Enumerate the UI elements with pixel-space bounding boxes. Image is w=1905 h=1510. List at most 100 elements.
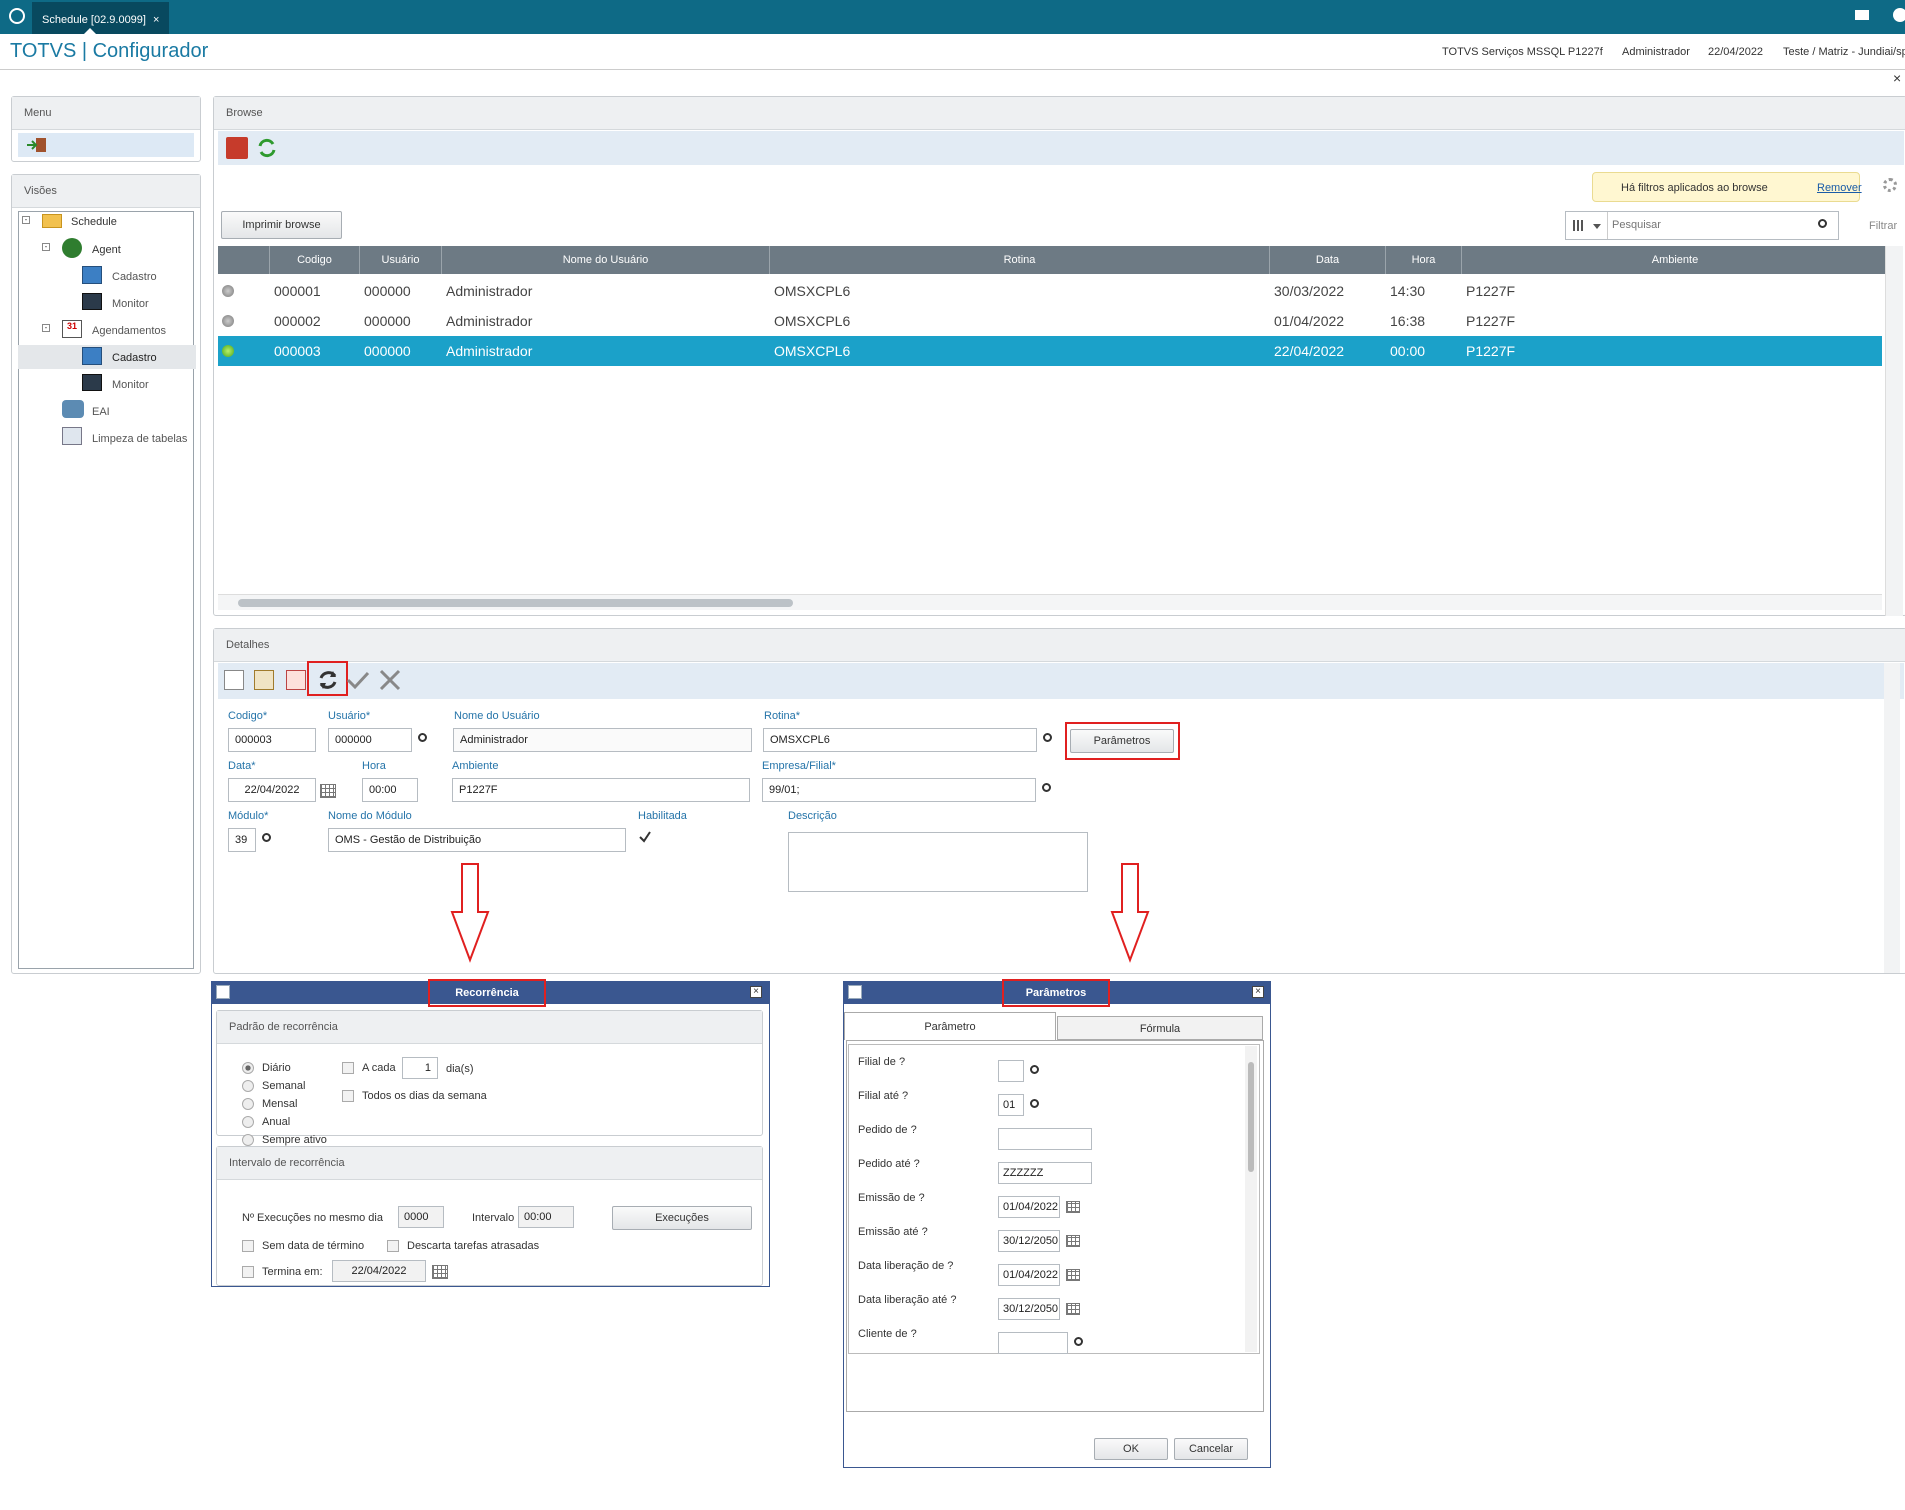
confirm-icon[interactable] [346, 670, 370, 690]
mail-icon[interactable] [1855, 10, 1869, 20]
grid-header-usuario[interactable]: Usuário [360, 246, 442, 274]
refresh-icon[interactable] [256, 137, 278, 159]
parametro-field[interactable]: 30/12/2050 [998, 1230, 1060, 1252]
tab-close-icon[interactable]: × [153, 14, 159, 26]
grid-header-codigo[interactable]: Codigo [270, 246, 360, 274]
tree-item-schedule[interactable]: Schedule [71, 216, 117, 228]
tree-collapse-icon[interactable]: - [42, 324, 50, 332]
filter-label[interactable]: Filtrar [1869, 220, 1897, 232]
modulo-search-icon[interactable] [262, 833, 271, 842]
scrollbar-thumb[interactable] [1248, 1062, 1254, 1172]
scrollbar-thumb[interactable] [238, 599, 793, 607]
empresa-search-icon[interactable] [1042, 783, 1051, 792]
data-calendar-icon[interactable] [320, 784, 336, 798]
execucoes-button[interactable]: Execuções [612, 1206, 752, 1230]
empresa-field[interactable]: 99/01; [762, 778, 1036, 802]
filter-remove-link[interactable]: Remover [1817, 182, 1862, 194]
help-icon[interactable] [1893, 8, 1905, 22]
grid-header-nome[interactable]: Nome do Usuário [442, 246, 770, 274]
search-icon[interactable] [1818, 219, 1827, 228]
columns-selector-icon[interactable] [1566, 212, 1608, 239]
close-icon[interactable]: × [750, 986, 762, 998]
parametro-field[interactable]: 01/04/2022 [998, 1264, 1060, 1286]
parametro-field[interactable] [998, 1128, 1092, 1150]
edit-record-icon[interactable] [254, 670, 274, 690]
search-input[interactable] [1610, 213, 1810, 237]
parametros-button[interactable]: Parâmetros [1070, 729, 1174, 753]
radio-4[interactable] [242, 1134, 254, 1146]
radio-0[interactable] [242, 1062, 254, 1074]
parametro-field[interactable]: ZZZZZZ [998, 1162, 1092, 1184]
search-icon[interactable] [1030, 1065, 1039, 1074]
tree-item-agendamentos-cadastro[interactable]: Cadastro [112, 352, 157, 364]
grid-header-rotina[interactable]: Rotina [770, 246, 1270, 274]
radio-3[interactable] [242, 1116, 254, 1128]
tree-item-eai[interactable]: EAI [92, 406, 110, 418]
calendar-icon[interactable] [1066, 1201, 1080, 1213]
usuario-field[interactable]: 000000 [328, 728, 412, 752]
close-icon[interactable]: × [1252, 986, 1264, 998]
tree-item-agendamentos-monitor[interactable]: Monitor [112, 379, 149, 391]
tree-collapse-icon[interactable]: - [22, 216, 30, 224]
parametro-field[interactable] [998, 1060, 1024, 1082]
exit-icon[interactable] [26, 137, 48, 153]
hora-field[interactable]: 00:00 [362, 778, 418, 802]
nome-modulo-field[interactable]: OMS - Gestão de Distribuição [328, 828, 626, 852]
print-browse-button[interactable]: Imprimir browse [221, 211, 342, 239]
grid-header-ambiente[interactable]: Ambiente [1462, 246, 1888, 274]
settings-gear-icon[interactable] [1883, 178, 1897, 192]
parametro-field[interactable]: 01/04/2022 [998, 1196, 1060, 1218]
rotina-field[interactable]: OMSXCPL6 [763, 728, 1037, 752]
table-row[interactable]: 000002 000000 Administrador OMSXCPL6 01/04/2… [218, 306, 1882, 336]
grid-horizontal-scrollbar[interactable] [218, 594, 1882, 610]
modulo-field[interactable]: 39 [228, 828, 256, 852]
tree-item-limpeza[interactable]: Limpeza de tabelas [92, 433, 187, 445]
totvs-logo-icon[interactable] [9, 8, 25, 24]
grid-header-data[interactable]: Data [1270, 246, 1386, 274]
detalhes-scrollbar[interactable] [1884, 663, 1900, 973]
new-record-icon[interactable] [224, 670, 244, 690]
grid-header-hora[interactable]: Hora [1386, 246, 1462, 274]
ok-button[interactable]: OK [1094, 1438, 1168, 1460]
execucoes-field[interactable]: 0000 [398, 1206, 444, 1228]
termina-checkbox[interactable] [242, 1266, 254, 1278]
sem-data-checkbox[interactable] [242, 1240, 254, 1252]
search-icon[interactable] [1030, 1099, 1039, 1108]
a-cada-checkbox[interactable] [342, 1062, 354, 1074]
parametro-field[interactable]: 01 [998, 1094, 1024, 1116]
print-report-icon[interactable] [226, 137, 248, 159]
table-row[interactable]: 000001 000000 Administrador OMSXCPL6 30/03/2… [218, 276, 1882, 306]
tree-item-agent[interactable]: Agent [92, 244, 121, 256]
tab-formula[interactable]: Fórmula [1057, 1016, 1263, 1040]
tab-parametro[interactable]: Parâmetro [844, 1012, 1056, 1040]
usuario-search-icon[interactable] [418, 733, 427, 742]
calendar-icon[interactable] [1066, 1235, 1080, 1247]
a-cada-field[interactable]: 1 [402, 1057, 438, 1079]
intervalo-field[interactable]: 00:00 [518, 1206, 574, 1228]
search-icon[interactable] [1074, 1337, 1083, 1346]
tree-collapse-icon[interactable]: - [42, 243, 50, 251]
tab-schedule[interactable]: Schedule [02.9.0099] × [32, 2, 170, 34]
termina-calendar-icon[interactable] [432, 1265, 448, 1279]
termina-field[interactable]: 22/04/2022 [332, 1260, 426, 1282]
close-icon[interactable]: × [1893, 70, 1901, 86]
delete-record-icon[interactable] [286, 670, 306, 690]
parametros-scrollbar[interactable] [1245, 1046, 1257, 1352]
data-field[interactable]: 22/04/2022 [228, 778, 316, 802]
tree-item-agent-monitor[interactable]: Monitor [112, 298, 149, 310]
parametro-field[interactable] [998, 1332, 1068, 1354]
todos-dias-checkbox[interactable] [342, 1090, 354, 1102]
tree-item-agent-cadastro[interactable]: Cadastro [112, 271, 157, 283]
rotina-search-icon[interactable] [1043, 733, 1052, 742]
table-row[interactable]: 000003 000000 Administrador OMSXCPL6 22/04/2… [218, 336, 1882, 366]
radio-1[interactable] [242, 1080, 254, 1092]
calendar-icon[interactable] [1066, 1269, 1080, 1281]
recurrence-icon[interactable] [316, 668, 340, 692]
calendar-icon[interactable] [1066, 1303, 1080, 1315]
tree-item-agendamentos[interactable]: Agendamentos [92, 325, 166, 337]
habilitada-checkbox[interactable] [638, 830, 652, 844]
cancel-icon[interactable] [378, 668, 402, 692]
grid-vertical-scrollbar[interactable] [1885, 246, 1903, 616]
nome-usuario-field[interactable]: Administrador [453, 728, 752, 752]
cancel-button[interactable]: Cancelar [1174, 1438, 1248, 1460]
